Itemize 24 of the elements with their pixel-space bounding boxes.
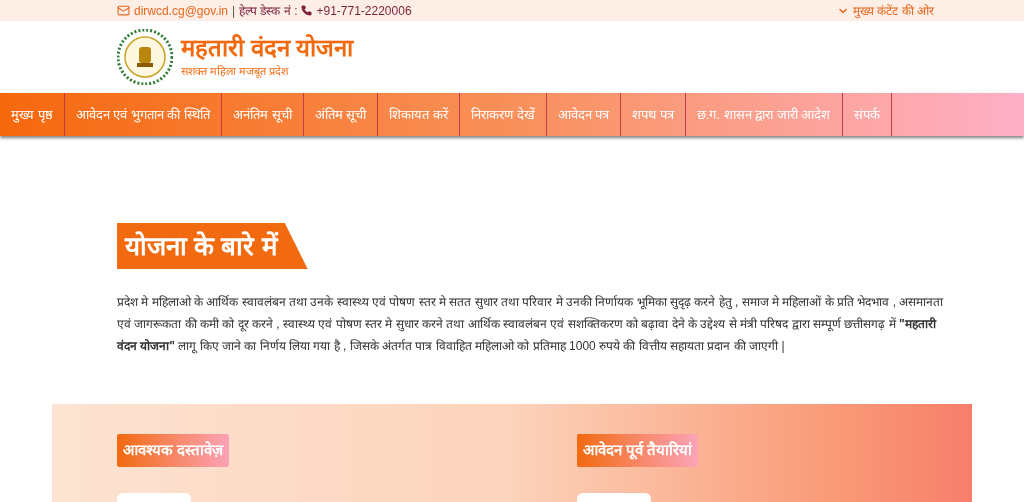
nav-item[interactable]: निराकरण देखें [459,93,547,136]
nav-item[interactable]: संपर्क [842,93,892,136]
nav-item[interactable]: मुख्य पृष्ठ [0,93,65,136]
tagline: सशक्त महिला मजबूत प्रदेश [181,64,290,80]
phone-icon [301,5,313,16]
emblem-icon [117,28,173,85]
nav-item[interactable]: अंतिम सूची [303,93,379,136]
nav-item[interactable]: अनंतिम सूची [222,93,304,136]
site-title: महतारी वंदन योजना [181,33,354,64]
nav-item[interactable]: शिकायत करें [378,93,460,136]
email-link[interactable]: dirwcd.cg@gov.in [134,1,228,20]
nav-item[interactable]: आवेदन एवं भुगतान की स्थिति [64,93,223,136]
about-paragraph: प्रदेश मे महिलाओ के आर्थिक स्वावलंबन तथा उनके स्वास्थ्य एवं पोषण स्तर मे सतत सुधार तथा परिवार मे उनकी निर्णायक भूमिका सुदृढ़ करने हेतु , समाज मे महिलाओं के प्रति भेदभाव , असमानता एवं जागरूकता की कमी को दूर करने , स्वास्थ्य एवं पोषण स्तर मे सुधार करने तथा आर्थिक स्वावलंबन एवं सशक्तिकरण को बढ़ावा देने के उद्देश्य से मंत्री परिषद द्वारा सम्पूर्ण छत्तीसगढ़ में "महतारी वंदन योजना" लागू किए जाने का निर्णय लिया गया है , जिसके अंतर्गत पात्र विवाहित महिलाओ को प्रतिमाह 1000 रुपये की वित्तीय सहायता प्रदान की जाएगी | [117,294,945,356]
helpdesk-label: हेल्प डेस्क नं : [239,2,298,20]
section-heading: आवश्यक दस्तावेज़ [117,434,230,467]
separator: | [232,2,236,20]
nav-item[interactable]: छ.ग. शासन द्वारा जारी आदेश [685,93,843,136]
section-heading: योजना के बारे में [117,223,308,269]
nav-item[interactable]: आवेदन पत्र [546,93,622,136]
skip-to-content-link[interactable]: मुख्य कंटेंट की ओर [837,1,934,20]
phone-number: +91-771-2220006 [316,2,412,20]
section-heading: आवेदन पूर्व तैयारियां [577,434,699,467]
mail-icon [117,4,130,17]
nav-item[interactable]: शपथ पत्र [621,93,686,136]
